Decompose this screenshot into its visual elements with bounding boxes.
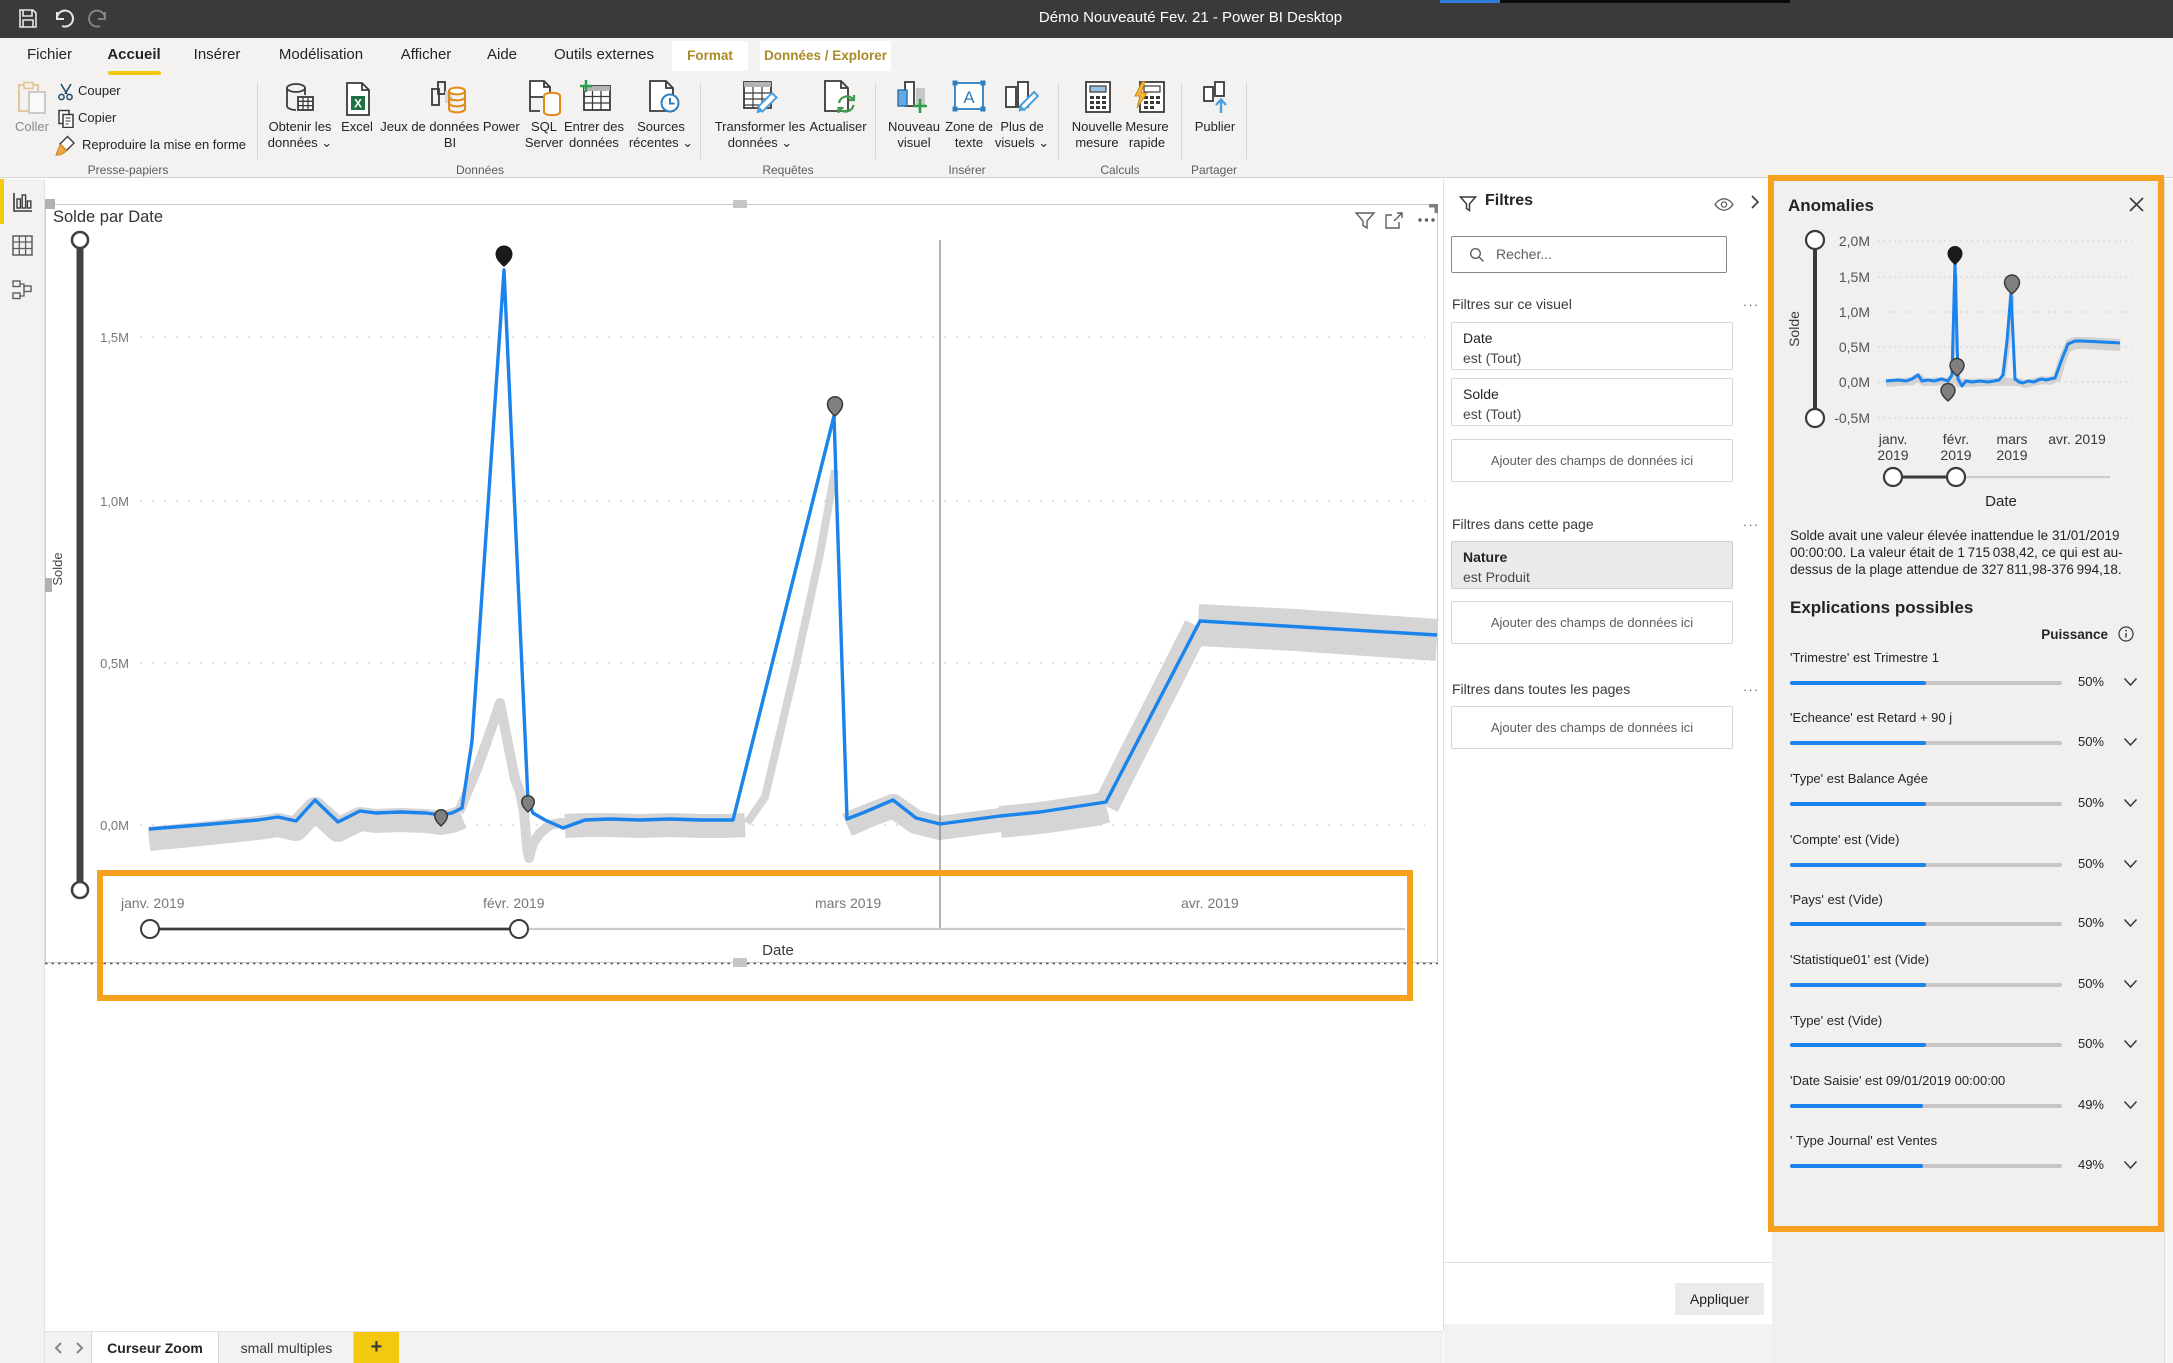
svg-text:Solde: Solde bbox=[50, 552, 65, 585]
svg-text:0,5M: 0,5M bbox=[100, 656, 129, 671]
svg-text:1,0M: 1,0M bbox=[100, 494, 129, 509]
svg-text:1,5M: 1,5M bbox=[100, 330, 129, 345]
svg-text:0,0M: 0,0M bbox=[100, 818, 129, 833]
svg-text:A: A bbox=[963, 88, 975, 107]
svg-text:X: X bbox=[354, 97, 362, 111]
svg-text:Solde par Date: Solde par Date bbox=[53, 208, 163, 226]
